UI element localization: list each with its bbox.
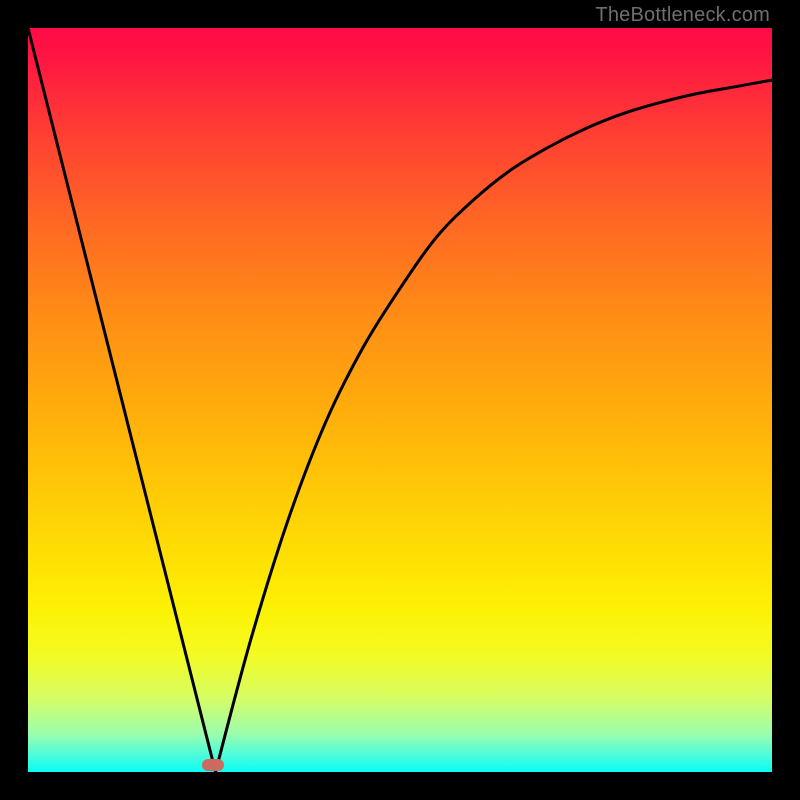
chart-plot-area — [28, 28, 772, 772]
watermark-text: TheBottleneck.com — [595, 4, 770, 27]
minimum-marker — [202, 759, 224, 771]
chart-lines-svg — [28, 28, 772, 772]
left-line — [28, 28, 216, 772]
right-curve — [216, 80, 773, 772]
